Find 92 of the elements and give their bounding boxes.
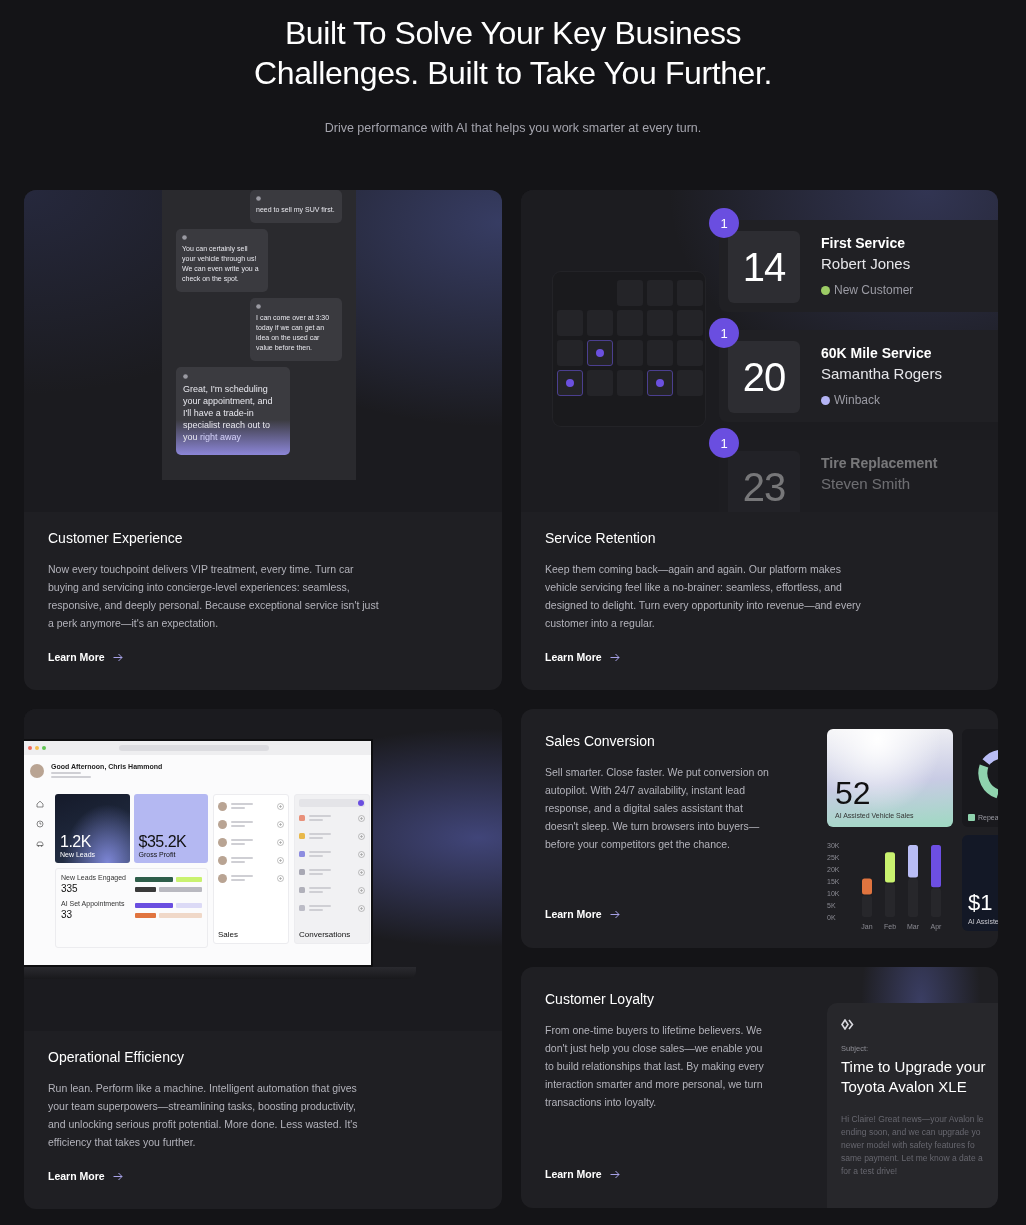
search-field[interactable] [299, 799, 365, 807]
search-icon[interactable] [358, 800, 364, 806]
count-badge: 1 [709, 318, 739, 348]
add-icon[interactable] [358, 868, 365, 876]
customer-name: Robert Jones [821, 254, 912, 274]
card-description: Now every touchpoint delivers VIP treatment, every time. Turn car buying and servicing into concierge-level experiences: seamless, responsive, and deeply personal. Because exceptional service isn't just a perk anymore—it's an expectation. [48, 562, 380, 631]
learn-more-link[interactable]: Learn More [545, 649, 620, 665]
metric-value: 1.2K [60, 833, 92, 851]
metric-value: 52 [835, 776, 872, 810]
sender-icon [182, 235, 187, 240]
learn-more-link[interactable]: Learn More [545, 906, 620, 922]
chart-bar [862, 895, 872, 917]
metric-value: $1 [968, 891, 994, 915]
card-description: Sell smarter. Close faster. We put conversion on autopilot. With 24/7 availability, instant lead response, and a digital sales assistant that doesn't sleep. We turn browsers into buyers—before your competitors get the chance. [545, 765, 770, 852]
email-body-line: ending soon, and we can upgrade yo [841, 1126, 982, 1139]
logo-icon [841, 1019, 854, 1030]
chart-bar [885, 883, 895, 917]
customer-name: Steven Smith [821, 474, 912, 494]
card-title: Operational Efficiency [48, 1048, 185, 1067]
card-title: Service Retention [545, 529, 657, 548]
arrow-right-icon [112, 652, 123, 662]
add-icon[interactable] [277, 838, 284, 846]
calendar-day[interactable] [557, 370, 583, 396]
bar-meter-drawing [135, 874, 202, 894]
email-subject: Toyota Avalon XLE [841, 1077, 968, 1097]
learn-more-link[interactable]: Learn More [48, 649, 123, 665]
service-title: Tire Replacement [821, 454, 938, 473]
avatar [30, 763, 44, 778]
card-title: Sales Conversion [545, 732, 656, 751]
chart-bar [885, 852, 895, 883]
service-title: 60K Mile Service [821, 344, 933, 363]
car-icon[interactable] [36, 840, 44, 848]
customer-tag: Winback [834, 393, 880, 407]
bar-meter-drawing [135, 900, 202, 920]
add-icon[interactable] [358, 850, 365, 858]
card-title: Customer Loyalty [545, 990, 655, 1009]
panel-title: Sales [218, 930, 239, 939]
contact-icon [299, 869, 305, 875]
contact-icon [299, 815, 305, 821]
email-body-line: newer model with safety features fo [841, 1139, 976, 1152]
contact-icon [299, 833, 305, 839]
card-description: Run lean. Perform like a machine. Intelligent automation that gives your team superpowers—streamlining tasks, boosting productivity, and unlocking serious profit potential. More done. Less wasted. It's efficiency that takes you further. [48, 1081, 359, 1150]
add-icon[interactable] [358, 904, 365, 912]
stat-value: 33 [61, 909, 74, 920]
add-icon[interactable] [277, 802, 284, 810]
legend-swatch [968, 814, 975, 821]
home-icon[interactable] [36, 800, 44, 808]
sender-icon [183, 374, 188, 379]
calendar-day[interactable] [647, 370, 673, 396]
metric-value: $35.2K [138, 833, 188, 851]
page-subtitle: Drive performance with AI that helps you work smarter at every turn. [324, 121, 702, 135]
email-subject: Time to Upgrade your [841, 1057, 987, 1077]
card-title: Customer Experience [48, 529, 184, 548]
arrow-right-icon [609, 652, 620, 662]
panel-title: Conversations [299, 930, 352, 939]
add-icon[interactable] [277, 820, 284, 828]
calendar-day[interactable] [587, 340, 613, 366]
chart-bar [908, 845, 918, 878]
add-icon[interactable] [358, 886, 365, 894]
customer-name: Samantha Rogers [821, 364, 942, 384]
service-title: First Service [821, 234, 907, 253]
message-text: Great, I'm scheduling your appointment, and I'll have a trade-in specialist reach out to you right away [183, 383, 274, 443]
chart-bar [862, 878, 872, 895]
arrow-right-icon [112, 1171, 123, 1181]
arrow-right-icon [609, 1169, 620, 1179]
add-icon[interactable] [277, 874, 284, 882]
contact-icon [299, 851, 305, 857]
chart-bar [908, 878, 918, 917]
add-icon[interactable] [358, 814, 365, 822]
arrow-right-icon [609, 909, 620, 919]
learn-more-link[interactable]: Learn More [48, 1168, 123, 1184]
contact-icon [299, 905, 305, 911]
count-badge: 1 [709, 208, 739, 238]
add-icon[interactable] [277, 856, 284, 864]
card-description: From one-time buyers to lifetime believers. We don't just help you close sales—we enable you to build relationships that last. By making every interaction smarter and more personal, we turn transactions into loyalty. [545, 1023, 765, 1110]
appointment-dot [566, 379, 574, 387]
clock-icon[interactable] [36, 820, 44, 828]
page-title: Built To Solve Your Key Business Challenges. Built to Take You Further. [253, 14, 773, 93]
learn-more-link[interactable]: Learn More [545, 1166, 620, 1182]
count-badge: 1 [709, 428, 739, 458]
date-tile: 23 [728, 451, 800, 512]
customer-tag: New Customer [834, 283, 914, 297]
sender-icon [256, 196, 261, 201]
add-icon[interactable] [358, 832, 365, 840]
appointment-dot [596, 349, 604, 357]
card-description: Keep them coming back—again and again. Our platform makes vehicle servicing feel like a no-brainer: seamless, effortless, and designed to delight. Turn every opportunity into revenue—and every customer into a regular. [545, 562, 862, 631]
stat-value: 335 [61, 883, 79, 894]
sender-icon [256, 304, 261, 309]
date-tile: 20 [728, 341, 800, 413]
contact-icon [299, 887, 305, 893]
appointment-dot [656, 379, 664, 387]
date-tile: 14 [728, 231, 800, 303]
